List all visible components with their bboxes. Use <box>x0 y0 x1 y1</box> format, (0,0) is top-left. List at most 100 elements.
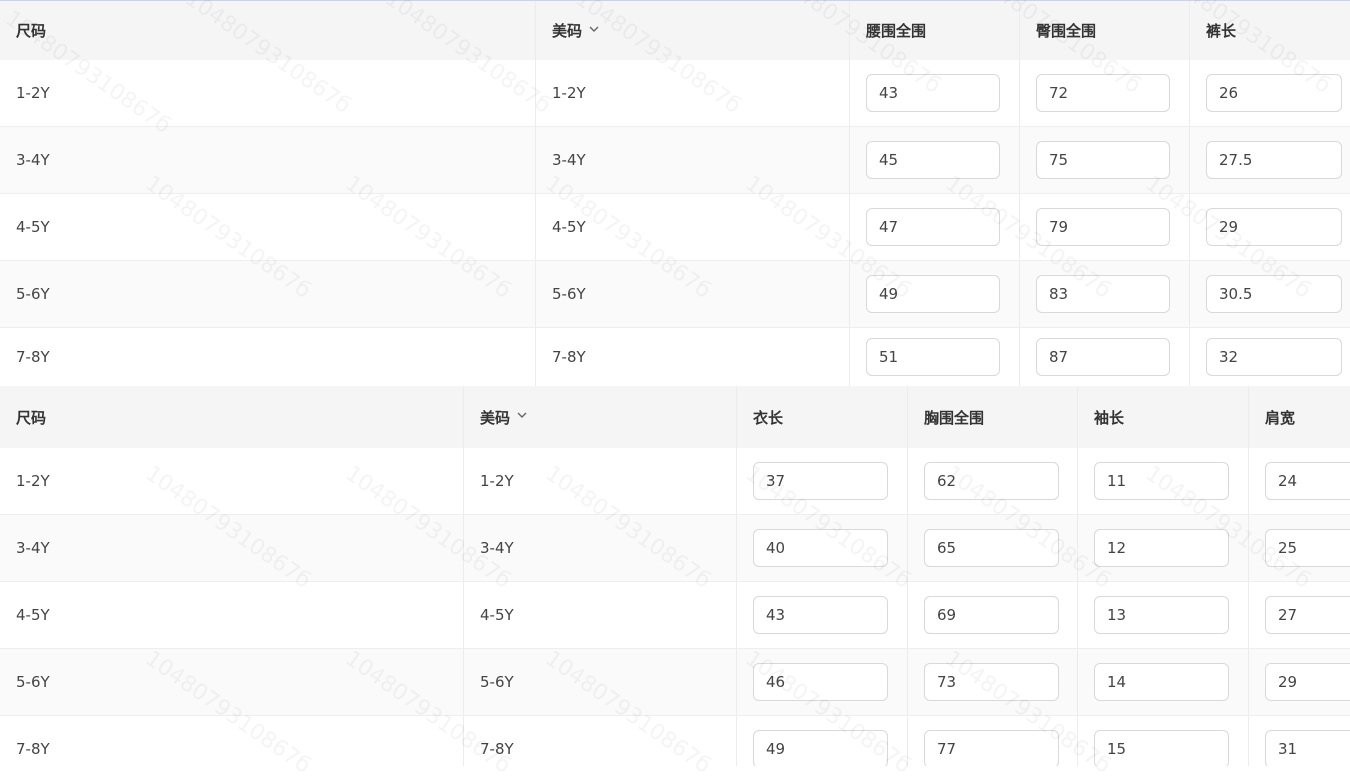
cell-pants-length <box>1189 261 1350 327</box>
pants-length-input[interactable] <box>1206 208 1342 246</box>
chevron-down-icon[interactable] <box>588 23 600 35</box>
chest-input[interactable] <box>924 663 1059 701</box>
table-header-row: 尺码 美码 腰围全围 臀围全围 裤长 <box>0 1 1350 61</box>
chevron-down-icon[interactable] <box>516 409 528 421</box>
cell-sleeve-length <box>1077 448 1248 514</box>
cell-shoulder-width <box>1248 448 1350 514</box>
chest-input[interactable] <box>924 596 1059 634</box>
sleeve-length-input[interactable] <box>1094 596 1229 634</box>
table-row: 4-5Y 4-5Y <box>0 582 1350 649</box>
sleeve-length-input[interactable] <box>1094 462 1229 500</box>
cell-waist <box>849 261 1019 327</box>
header-size: 尺码 <box>16 408 47 427</box>
body-length-input[interactable] <box>753 596 888 634</box>
cell-chest <box>907 448 1077 514</box>
table-row: 5-6Y 5-6Y <box>0 649 1350 716</box>
cell-shoulder-width <box>1248 649 1350 715</box>
header-us-size[interactable]: 美码 <box>535 1 849 60</box>
cell-waist <box>849 127 1019 193</box>
cell-shoulder-width <box>1248 716 1350 766</box>
cell-pants-length <box>1189 328 1350 386</box>
cell-us-size: 5-6Y <box>463 649 736 715</box>
chest-input[interactable] <box>924 462 1059 500</box>
table-row: 7-8Y 7-8Y <box>0 328 1350 386</box>
cell-shoulder-width <box>1248 515 1350 581</box>
cell-us-size: 1-2Y <box>463 448 736 514</box>
pants-length-input[interactable] <box>1206 275 1342 313</box>
table-row: 3-4Y 3-4Y <box>0 127 1350 194</box>
header-hip: 臀围全围 <box>1019 1 1189 60</box>
table-header-row: 尺码 美码 衣长 胸围全围 袖长 肩宽 <box>0 386 1350 449</box>
shoulder-width-input[interactable] <box>1265 462 1350 500</box>
pants-length-input[interactable] <box>1206 338 1342 376</box>
cell-shoulder-width <box>1248 582 1350 648</box>
body-length-input[interactable] <box>753 730 888 766</box>
header-body-length: 衣长 <box>736 386 907 448</box>
cell-us-size: 1-2Y <box>535 60 849 126</box>
cell-chest <box>907 515 1077 581</box>
sleeve-length-input[interactable] <box>1094 529 1229 567</box>
body-length-input[interactable] <box>753 663 888 701</box>
body-length-input[interactable] <box>753 529 888 567</box>
cell-size: 1-2Y <box>16 84 50 102</box>
header-shoulder-width: 肩宽 <box>1248 386 1350 448</box>
waist-input[interactable] <box>866 338 1000 376</box>
shoulder-width-input[interactable] <box>1265 596 1350 634</box>
shoulder-width-input[interactable] <box>1265 663 1350 701</box>
cell-sleeve-length <box>1077 716 1248 766</box>
chest-input[interactable] <box>924 529 1059 567</box>
waist-input[interactable] <box>866 275 1000 313</box>
sleeve-length-input[interactable] <box>1094 730 1229 766</box>
cell-size: 5-6Y <box>16 673 50 691</box>
pants-length-input[interactable] <box>1206 74 1342 112</box>
cell-body-length <box>736 448 907 514</box>
size-table-tops: 尺码 美码 衣长 胸围全围 袖长 肩宽 1-2Y 1-2Y 3-4Y 3-4Y … <box>0 386 1350 766</box>
shoulder-width-input[interactable] <box>1265 529 1350 567</box>
sleeve-length-input[interactable] <box>1094 663 1229 701</box>
cell-sleeve-length <box>1077 649 1248 715</box>
body-length-input[interactable] <box>753 462 888 500</box>
cell-waist <box>849 60 1019 126</box>
header-us-size[interactable]: 美码 <box>463 386 736 448</box>
table-row: 7-8Y 7-8Y <box>0 716 1350 766</box>
cell-us-size: 4-5Y <box>535 194 849 260</box>
hip-input[interactable] <box>1036 208 1170 246</box>
cell-size: 3-4Y <box>16 539 50 557</box>
cell-chest <box>907 716 1077 766</box>
cell-body-length <box>736 716 907 766</box>
cell-waist <box>849 328 1019 386</box>
cell-size: 4-5Y <box>16 218 50 236</box>
cell-body-length <box>736 649 907 715</box>
cell-size: 1-2Y <box>16 472 50 490</box>
header-size: 尺码 <box>16 22 47 40</box>
pants-length-input[interactable] <box>1206 141 1342 179</box>
cell-size: 3-4Y <box>16 151 50 169</box>
cell-hip <box>1019 194 1189 260</box>
cell-sleeve-length <box>1077 582 1248 648</box>
cell-us-size: 7-8Y <box>535 328 849 386</box>
waist-input[interactable] <box>866 141 1000 179</box>
table-row: 1-2Y 1-2Y <box>0 448 1350 515</box>
chest-input[interactable] <box>924 730 1059 766</box>
cell-size: 7-8Y <box>16 740 50 758</box>
hip-input[interactable] <box>1036 275 1170 313</box>
shoulder-width-input[interactable] <box>1265 730 1350 766</box>
cell-chest <box>907 582 1077 648</box>
cell-us-size: 5-6Y <box>535 261 849 327</box>
hip-input[interactable] <box>1036 74 1170 112</box>
cell-body-length <box>736 582 907 648</box>
hip-input[interactable] <box>1036 141 1170 179</box>
header-waist: 腰围全围 <box>849 1 1019 60</box>
waist-input[interactable] <box>866 74 1000 112</box>
table-row: 5-6Y 5-6Y <box>0 261 1350 328</box>
cell-pants-length <box>1189 60 1350 126</box>
cell-chest <box>907 649 1077 715</box>
table-row: 1-2Y 1-2Y <box>0 60 1350 127</box>
waist-input[interactable] <box>866 208 1000 246</box>
cell-pants-length <box>1189 194 1350 260</box>
cell-hip <box>1019 328 1189 386</box>
cell-size: 5-6Y <box>16 285 50 303</box>
cell-size: 4-5Y <box>16 606 50 624</box>
cell-us-size: 3-4Y <box>463 515 736 581</box>
hip-input[interactable] <box>1036 338 1170 376</box>
